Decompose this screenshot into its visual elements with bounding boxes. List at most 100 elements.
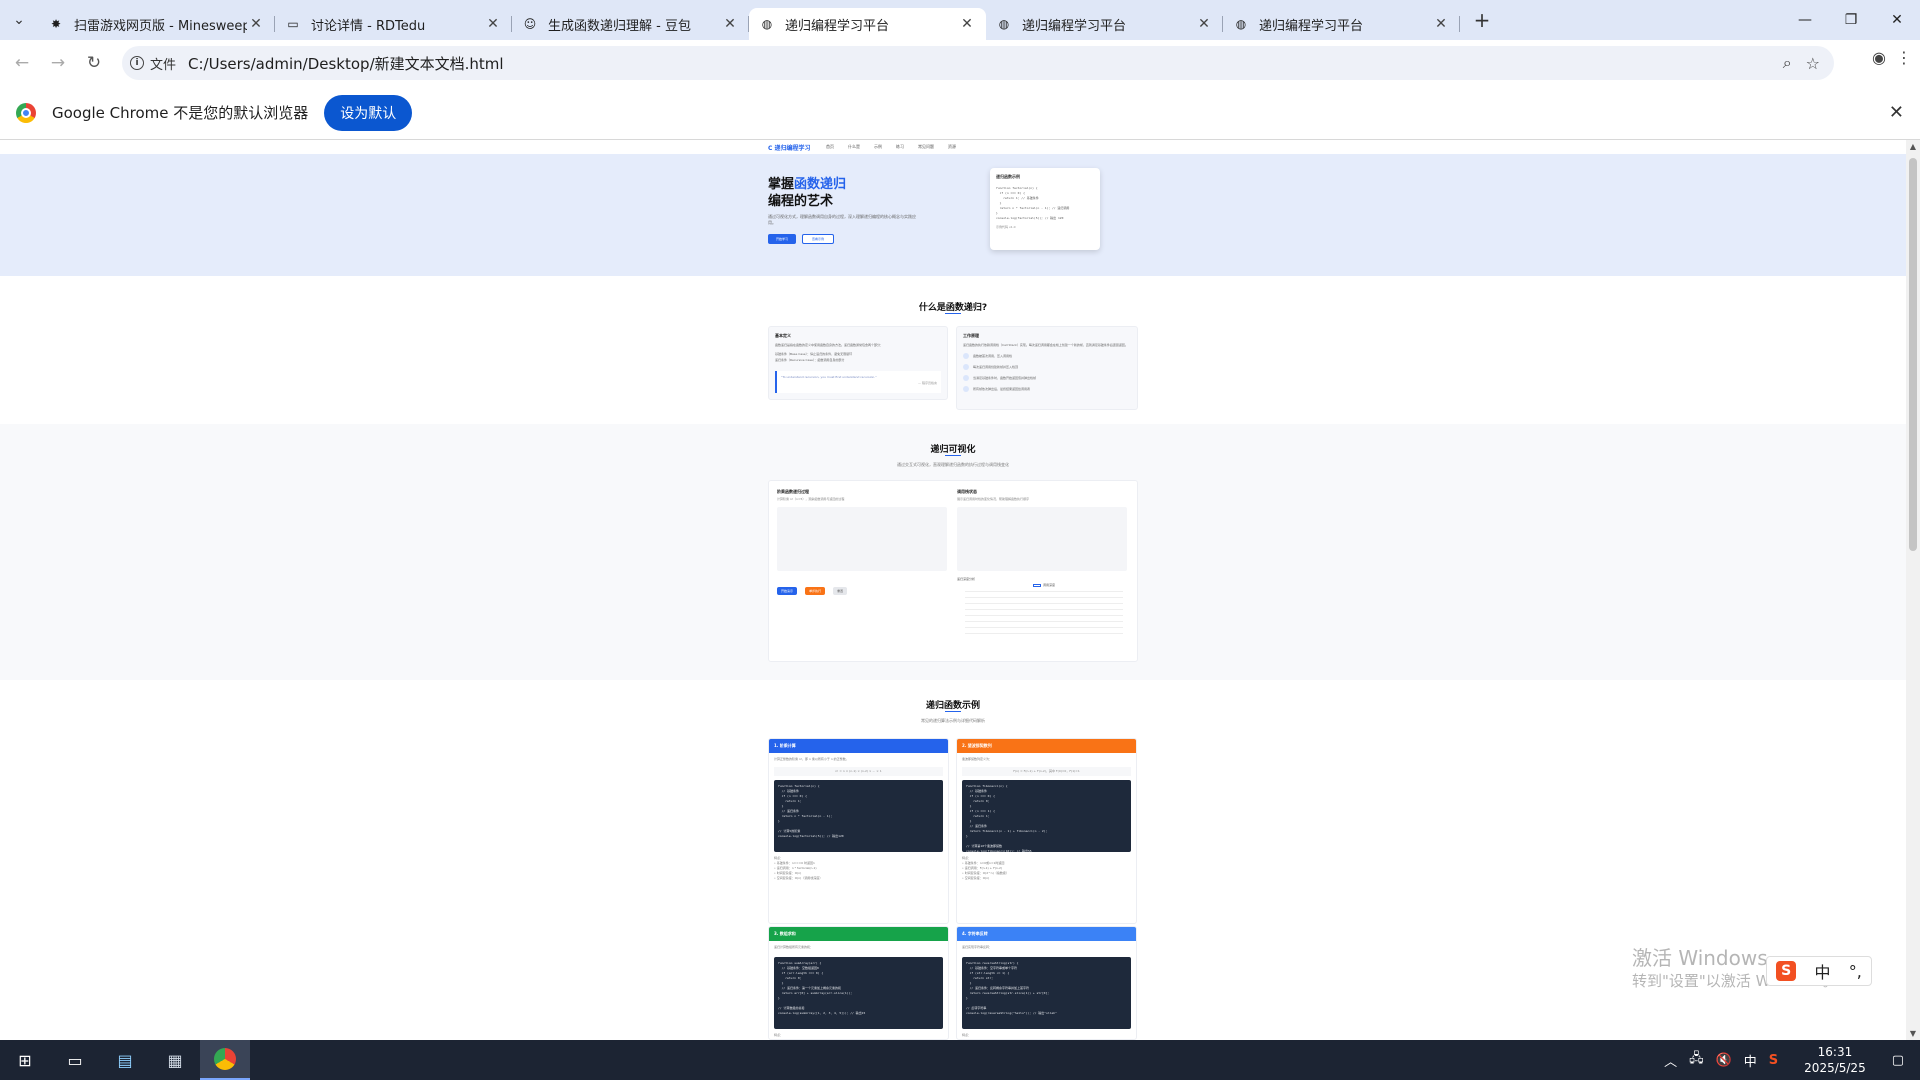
page-scrollbar[interactable]: ▲ ▼ [1906,140,1920,1040]
call-stack-visual: 调用栈状态 展示递归调用时栈的变化情况，帮助理解函数执行顺序 递归深度分析 调用… [957,489,1131,645]
browser-tab[interactable]: ✸ 扫雷游戏网页版 - Minesweeper ✕ [38,8,275,40]
new-tab-button[interactable]: + [1468,6,1496,34]
site-nav-link[interactable]: 练习 [896,144,904,150]
arrow-left-icon: ← [14,53,30,73]
browser-tab[interactable]: ▭ 讨论详情 - RDTedu ✕ [275,8,512,40]
site-nav-link[interactable]: 什么是 [848,144,860,150]
hero-card-title: 递归函数示例 [996,174,1020,179]
menu-kebab-icon[interactable]: ⋮ [1896,48,1912,67]
zoom-icon[interactable]: ⌕ [1783,53,1792,73]
site-info-chip[interactable]: i 文件 [130,54,176,73]
site-brand[interactable]: C 递归编程学习 [768,143,811,152]
ime-mode[interactable]: 中 [1814,959,1830,983]
back-button[interactable]: ← [4,45,40,81]
url-text[interactable]: C:/Users/admin/Desktop/新建文本文档.html [188,53,504,74]
hero-section: 掌握函数递归 编程的艺术 通过可视化方式，理解函数调用自身的过程，深入理解递归编… [0,154,1906,276]
example-card-title: 1. 阶乘计算 [769,739,948,753]
example-card: 2. 斐波那契数列 斐波那契数列定义为： F(n) = F(n-1) + F(n-2… [956,738,1137,924]
task-view-button[interactable]: ▭ [50,1040,100,1080]
tab-close-icon[interactable]: ✕ [247,16,265,32]
browser-toolbar: ← → ↻ i 文件 C:/Users/admin/Desktop/新建文本文档… [0,40,1920,86]
section-underline [945,455,961,456]
tab-search-dropdown[interactable]: ⌄ [0,0,38,40]
browser-tab[interactable]: ☺ 生成函数递归理解 - 豆包 ✕ [512,8,749,40]
browser-tab[interactable]: ◍ 递归编程学习平台 ✕ [986,8,1223,40]
browser-tab[interactable]: ◍ 递归编程学习平台 ✕ [749,8,986,40]
address-bar[interactable]: i 文件 C:/Users/admin/Desktop/新建文本文档.html … [122,46,1834,80]
rdtedu-icon: ▭ [287,17,299,31]
start-demo-button[interactable]: 开始演示 [777,587,797,595]
what-section-title: 什么是函数递归? [918,303,988,313]
scroll-up-icon[interactable]: ▲ [1906,142,1920,151]
scrollbar-thumb[interactable] [1909,158,1917,551]
tab-close-icon[interactable]: ✕ [1432,16,1450,32]
task-view-icon: ▭ [67,1050,83,1070]
tray-language[interactable]: 中 [1744,1051,1757,1070]
tray-chevron-up-icon[interactable]: ︿ [1664,1051,1677,1070]
step-text: 所有帧依次弹出后，最终结果返回给调用者 [973,387,1031,391]
example-card: 1. 阶乘计算 计算正整数的阶乘 n!，即 n 乘以所有小于 n 的正整数。 n! … [768,738,949,924]
reload-button[interactable]: ↻ [76,45,112,81]
ime-settings-icon[interactable]: °, [1849,962,1862,981]
site-nav-link[interactable]: 示例 [874,144,882,150]
site-nav-link[interactable]: 资源 [948,144,956,150]
definition-title: 基本定义 [775,333,791,338]
example-formula: F(n) = F(n-1) + F(n-2)，其中 F(0)=0，F(1)=1 [962,767,1131,776]
browser-tab[interactable]: ◍ 递归编程学习平台 ✕ [1223,8,1460,40]
bookmark-star-icon[interactable]: ☆ [1806,54,1820,73]
tab-close-icon[interactable]: ✕ [1195,16,1213,32]
site-navbar: C 递归编程学习 首页 什么是 示例 练习 常见问题 资源 [0,140,1906,154]
example-notes: 特点： • 基础条件：n===0 时返回1 • 递归调用：n * factori… [774,856,823,880]
example-card-title: 3. 数组求和 [769,927,948,941]
scroll-down-icon[interactable]: ▼ [1906,1029,1920,1038]
view-examples-button[interactable]: 查看示例 [802,234,834,244]
volume-muted-icon[interactable]: 🔇 [1716,1053,1732,1068]
step-number-dot [963,353,969,359]
arrow-right-icon: → [50,53,66,73]
sogou-icon[interactable]: S [1776,961,1797,981]
example-card-desc: 递归计算数组所有元素的和： [774,945,814,949]
hero-title-line2: 编程的艺术 [768,194,834,209]
taskbar-app-chrome[interactable] [200,1040,250,1080]
examples-section-title: 递归函数示例 [925,701,980,711]
reset-button[interactable]: 重置 [833,587,848,595]
forward-button[interactable]: → [40,45,76,81]
windows-logo-icon: ⊞ [18,1050,32,1070]
start-button[interactable]: ⊞ [0,1040,50,1080]
hero-title: 掌握函数递归 编程的艺术 [768,176,846,210]
close-icon: ✕ [1891,12,1903,28]
sogou-tray-icon[interactable]: S [1769,1053,1778,1068]
clock[interactable]: 16:31 2025/5/25 [1798,1044,1872,1076]
example-code-block: function sumArray(arr) { // 基础条件：空数组返回0 … [774,957,943,1029]
tab-title: 生成函数递归理解 - 豆包 [548,18,691,34]
profile-icon[interactable]: ◉ [1872,48,1886,67]
example-code-block: function factorial(n) { // 基础条件 if (n ==… [774,780,943,852]
site-nav-link[interactable]: 首页 [826,144,834,150]
minesweeper-icon: ✸ [50,17,62,31]
step-button[interactable]: 单步执行 [805,587,826,595]
restore-button[interactable]: ❐ [1828,0,1874,40]
minimize-button[interactable]: — [1782,0,1828,40]
site-nav-link[interactable]: 常见问题 [918,144,934,150]
taskbar-app-notepad[interactable]: ▤ [100,1040,150,1080]
how-step: 所有帧依次弹出后，最终结果返回给调用者 [963,386,1131,392]
notification-icon[interactable]: ▢ [1892,1053,1904,1068]
tab-close-icon[interactable]: ✕ [958,16,976,32]
example-formula: n! = n × (n-1) × (n-2) × ... × 1 [774,767,943,776]
infobar-close-icon[interactable]: ✕ [1889,102,1904,123]
network-icon[interactable]: 🖧 [1689,1049,1704,1071]
example-card-desc: 递归实现字符串反转： [962,945,993,949]
ime-toolbar[interactable]: S 中 °, [1766,956,1872,986]
tab-close-icon[interactable]: ✕ [484,16,502,32]
set-default-button[interactable]: 设为默认 [324,94,413,131]
tab-title: 递归编程学习平台 [1022,18,1127,34]
section-underline [945,313,961,314]
reload-icon: ↻ [86,53,102,73]
close-window-button[interactable]: ✕ [1874,0,1920,40]
taskbar-app-editor[interactable]: ▦ [150,1040,200,1080]
how-title: 工作原理 [963,333,979,338]
legend-swatch [1033,583,1041,587]
start-learning-button[interactable]: 开始学习 [768,234,796,244]
tab-close-icon[interactable]: ✕ [721,16,739,32]
hero-card-footer: 示例代码 v1.0 [996,225,1016,229]
